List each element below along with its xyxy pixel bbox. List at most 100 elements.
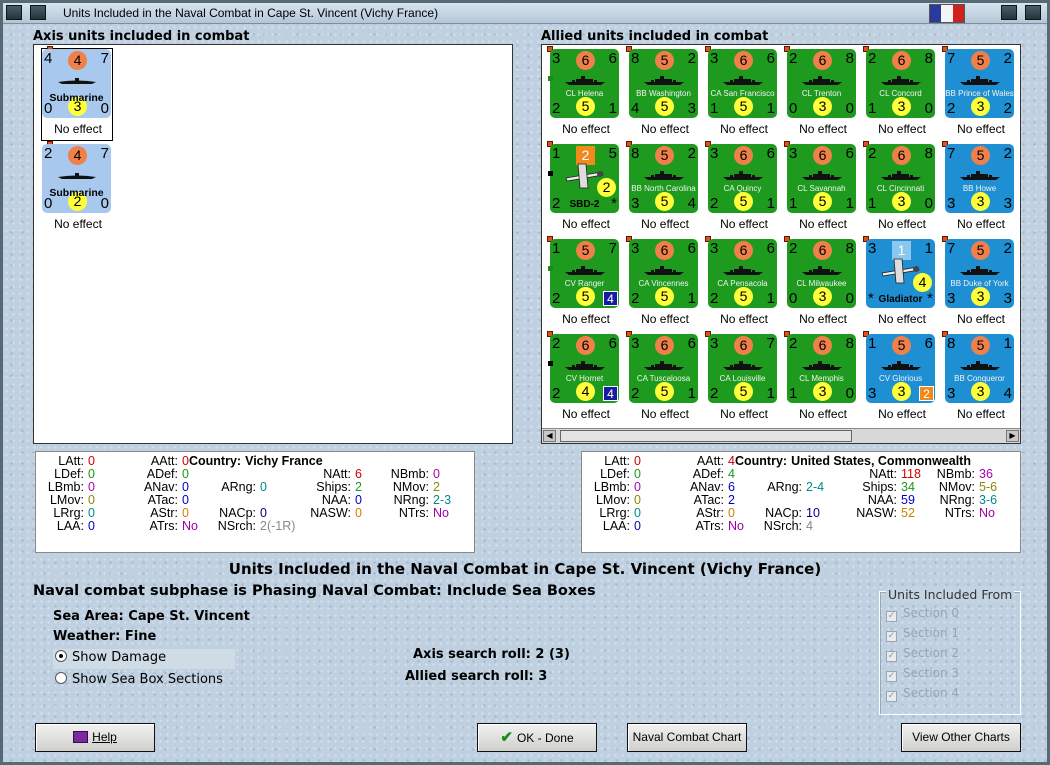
stat-value: 0 <box>355 493 362 507</box>
unit-cell[interactable]: 3 6 2 1 6 5 CA Quincy No effect <box>705 141 783 236</box>
unit-counter[interactable]: 7 2 2 2 5 3 BB Prince of Wales <box>945 49 1014 118</box>
unit-cell[interactable]: 1 7 2 5 5 CV Ranger 4 No effect <box>547 236 625 331</box>
attack-factor: 4 <box>68 51 87 70</box>
unit-value-br: 3 <box>687 100 696 117</box>
unit-value-tl: 2 <box>789 335 798 352</box>
unit-counter[interactable]: 4 7 0 0 4 3 Submarine <box>42 49 111 118</box>
allied-scrollbar[interactable]: ◀ ▶ <box>542 428 1020 443</box>
unit-counter[interactable]: 3 6 1 1 6 5 CL Savannah <box>787 144 856 213</box>
unit-counter[interactable]: 2 8 0 0 6 3 CL Trenton <box>787 49 856 118</box>
unit-counter[interactable]: 8 2 3 4 5 5 BB North Carolina <box>629 144 698 213</box>
unit-cell[interactable]: 3 7 2 1 6 5 CA Louisville No effect <box>705 331 783 426</box>
unit-cell[interactable]: 3 1 * * 1 Gladiator 4 No effect <box>863 236 941 331</box>
window-icon[interactable] <box>30 5 46 20</box>
unit-name: BB Howe <box>962 184 997 193</box>
show-sections-radio[interactable]: Show Sea Box Sections <box>55 672 223 687</box>
unit-value-bl: 1 <box>868 100 877 117</box>
unit-cell[interactable]: 7 2 3 3 5 3 BB Howe No effect <box>942 141 1020 236</box>
unit-counter[interactable]: 7 2 3 3 5 3 BB Howe <box>945 144 1014 213</box>
unit-counter[interactable]: 3 6 2 1 6 5 CA Vincennes <box>629 239 698 308</box>
maximize-icon[interactable] <box>1025 5 1041 20</box>
unit-counter[interactable]: 8 1 3 4 5 3 BB Conqueror <box>945 334 1014 403</box>
unit-value-tr: 2 <box>687 50 696 67</box>
defense-factor: 3 <box>813 382 832 401</box>
help-button[interactable]: Help <box>35 723 155 752</box>
attack-factor: 5 <box>971 336 990 355</box>
unit-cell[interactable]: 3 6 2 1 6 5 CA Tuscaloosa No effect <box>626 331 704 426</box>
unit-counter[interactable]: 2 8 0 0 6 3 CL Milwaukee <box>787 239 856 308</box>
scroll-right-arrow-icon[interactable]: ▶ <box>1006 430 1019 442</box>
unit-cell[interactable]: 2 8 1 0 6 3 CL Memphis No effect <box>784 331 862 426</box>
unit-cell[interactable]: 8 1 3 4 5 3 BB Conqueror No effect <box>942 331 1020 426</box>
unit-counter[interactable]: 3 1 * * 1 Gladiator 4 <box>866 239 935 308</box>
section-checkbox[interactable]: ✓ Section 1 <box>886 626 959 642</box>
unit-counter[interactable]: 3 7 2 1 6 5 CA Louisville <box>708 334 777 403</box>
unit-cell[interactable]: 3 6 1 1 6 5 CL Savannah No effect <box>784 141 862 236</box>
unit-cell[interactable]: 2 8 1 0 6 3 CL Concord No effect <box>863 46 941 141</box>
unit-counter[interactable]: 1 6 3 5 3 CV Glorious 2 <box>866 334 935 403</box>
stat-row: NSrch: 4 <box>752 520 813 533</box>
unit-cell[interactable]: 1 5 2 * 2 SBD-2 2 No effect <box>547 141 625 236</box>
stat-value: 2 <box>728 493 735 507</box>
unit-cell[interactable]: 7 2 2 2 5 3 BB Prince of Wales No effect <box>942 46 1020 141</box>
unit-counter[interactable]: 3 6 2 1 6 5 CA Pensacola <box>708 239 777 308</box>
unit-value-tl: 3 <box>710 240 719 257</box>
unit-counter[interactable]: 1 5 2 * 2 SBD-2 2 <box>550 144 619 213</box>
unit-cell[interactable]: 2 7 0 0 4 2 Submarine No effect <box>39 141 117 236</box>
show-damage-radio[interactable]: Show Damage <box>53 649 235 669</box>
unit-counter[interactable]: 2 8 1 0 6 3 CL Memphis <box>787 334 856 403</box>
allied-units-panel[interactable]: ◀ ▶ 3 6 2 1 6 5 CL Helena No effect 8 2 4 3 5 5 BB Was… <box>541 44 1021 444</box>
minimize-icon[interactable] <box>1001 5 1017 20</box>
unit-cell[interactable]: 2 8 0 0 6 3 CL Trenton No effect <box>784 46 862 141</box>
unit-value-bl: 2 <box>631 385 640 402</box>
section-checkbox[interactable]: ✓ Section 3 <box>886 666 959 682</box>
unit-value-bl: 2 <box>710 385 719 402</box>
stat-label: LAA: <box>602 519 630 533</box>
unit-cell[interactable]: 3 6 2 1 6 5 CL Helena No effect <box>547 46 625 141</box>
unit-cell[interactable]: 2 8 0 0 6 3 CL Milwaukee No effect <box>784 236 862 331</box>
combat-effect: No effect <box>799 312 847 326</box>
ok-done-button[interactable]: ✔ OK - Done <box>477 723 597 752</box>
unit-cell[interactable]: 4 7 0 0 4 3 Submarine No effect <box>39 46 117 141</box>
unit-cell[interactable]: 3 6 1 1 6 5 CA San Francisco No effect <box>705 46 783 141</box>
unit-counter[interactable]: 7 2 3 3 5 3 BB Duke of York <box>945 239 1014 308</box>
unit-counter[interactable]: 2 6 2 6 4 CV Hornet 4 <box>550 334 619 403</box>
unit-cell[interactable]: 8 2 4 3 5 5 BB Washington No effect <box>626 46 704 141</box>
view-other-charts-button[interactable]: View Other Charts <box>901 723 1021 752</box>
unit-cell[interactable]: 2 8 1 0 6 3 CL Cincinnati No effect <box>863 141 941 236</box>
dialog-window: Units Included in the Naval Combat in Ca… <box>0 0 1050 765</box>
unit-counter[interactable]: 2 8 1 0 6 3 CL Cincinnati <box>866 144 935 213</box>
unit-value-br: 0 <box>845 290 854 307</box>
unit-cell[interactable]: 7 2 3 3 5 3 BB Duke of York No effect <box>942 236 1020 331</box>
section-checkbox[interactable]: ✓ Section 0 <box>886 606 959 622</box>
naval-combat-chart-button[interactable]: Naval Combat Chart <box>627 723 747 752</box>
section-checkbox[interactable]: ✓ Section 4 <box>886 686 959 702</box>
unit-counter[interactable]: 2 8 1 0 6 3 CL Concord <box>866 49 935 118</box>
unit-counter[interactable]: 3 6 2 1 6 5 CA Tuscaloosa <box>629 334 698 403</box>
allied-panel-title: Allied units included in combat <box>541 29 769 44</box>
menu-icon[interactable] <box>6 5 22 20</box>
help-button-label: Help <box>92 730 117 744</box>
unit-counter[interactable]: 2 7 0 0 4 2 Submarine <box>42 144 111 213</box>
combat-effect: No effect <box>957 122 1005 136</box>
unit-cell[interactable]: 3 6 2 1 6 5 CA Vincennes No effect <box>626 236 704 331</box>
warship-icon <box>722 360 764 371</box>
unit-counter[interactable]: 3 6 1 1 6 5 CA San Francisco <box>708 49 777 118</box>
combat-effect: No effect <box>799 217 847 231</box>
unit-counter[interactable]: 3 6 2 1 6 5 CA Quincy <box>708 144 777 213</box>
warship-icon <box>959 265 1001 276</box>
scroll-left-arrow-icon[interactable]: ◀ <box>543 430 556 442</box>
scroll-thumb[interactable] <box>560 430 852 442</box>
unit-cell[interactable]: 8 2 3 4 5 5 BB North Carolina No effect <box>626 141 704 236</box>
unit-cell[interactable]: 1 6 3 5 3 CV Glorious 2 No effect <box>863 331 941 426</box>
unit-counter[interactable]: 3 6 2 1 6 5 CL Helena <box>550 49 619 118</box>
unit-cell[interactable]: 2 6 2 6 4 CV Hornet 4 No effect <box>547 331 625 426</box>
unit-value-tl: 4 <box>44 50 53 67</box>
unit-cell[interactable]: 3 6 2 1 6 5 CA Pensacola No effect <box>705 236 783 331</box>
stat-value: 0 <box>634 480 641 494</box>
unit-counter[interactable]: 1 7 2 5 5 CV Ranger 4 <box>550 239 619 308</box>
section-checkbox[interactable]: ✓ Section 2 <box>886 646 959 662</box>
axis-units-panel[interactable]: 4 7 0 0 4 3 Submarine No effect 2 7 0 0 4 2 Submarine N… <box>33 44 513 444</box>
unit-value-bl: 2 <box>947 100 956 117</box>
unit-counter[interactable]: 8 2 4 3 5 5 BB Washington <box>629 49 698 118</box>
